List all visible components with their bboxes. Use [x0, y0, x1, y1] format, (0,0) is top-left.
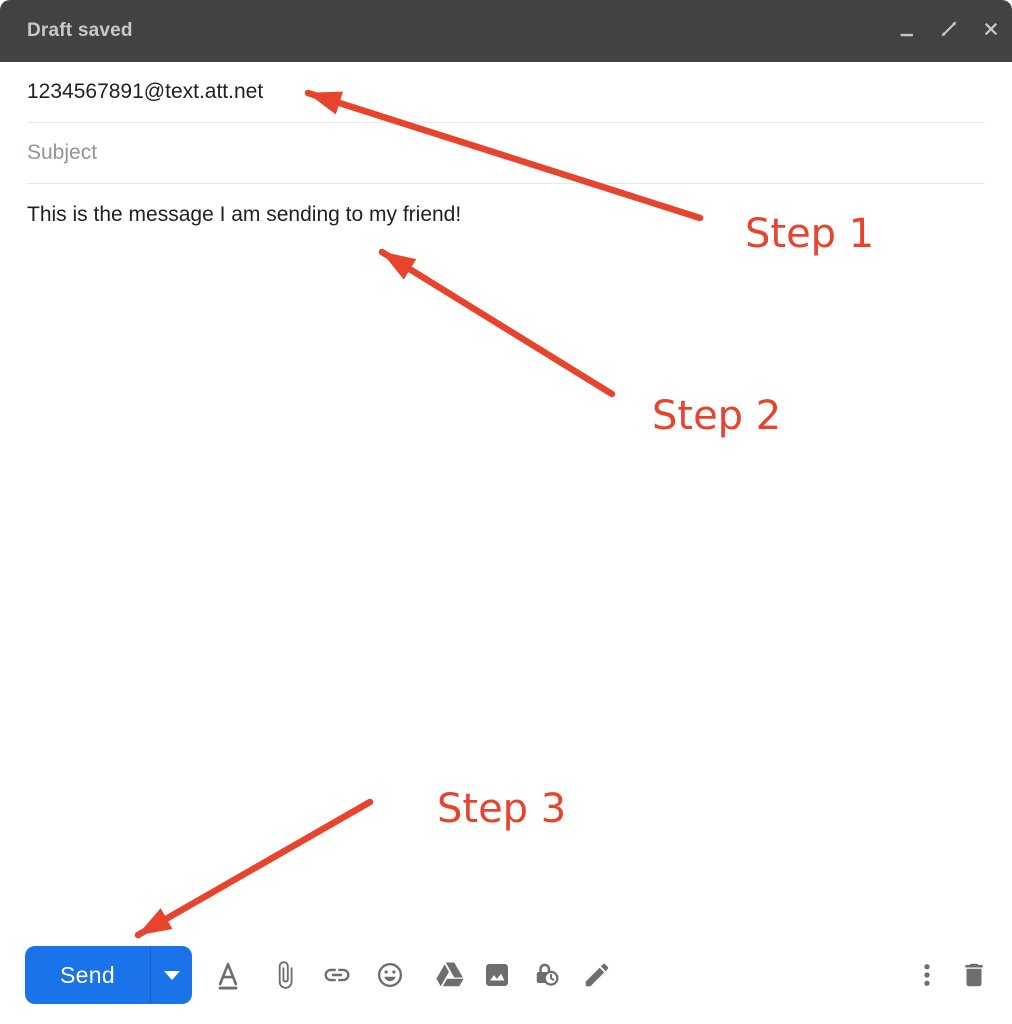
draft-status-text: Draft saved	[27, 20, 133, 41]
compose-toolbar: Send	[0, 945, 1012, 1005]
subject-row	[27, 123, 985, 184]
compose-window: Draft saved 1234567891@text.att.net Subj…	[0, 0, 1012, 1024]
recipient-field[interactable]: 1234567891@text.att.net	[27, 62, 985, 123]
window-controls	[896, 20, 1002, 42]
close-button[interactable]	[980, 20, 1002, 42]
compose-titlebar[interactable]: Draft saved	[0, 0, 1012, 62]
insert-emoji-button[interactable]	[375, 960, 405, 990]
insert-link-button[interactable]	[322, 960, 352, 990]
lock-clock-icon	[532, 960, 562, 990]
message-body[interactable]: This is the message I am sending to my f…	[0, 184, 1012, 942]
send-button-group: Send	[25, 946, 192, 1004]
attach-files-button[interactable]	[270, 960, 300, 990]
link-icon	[322, 960, 352, 990]
close-icon	[980, 18, 1002, 45]
more-options-icon	[912, 960, 942, 990]
minimize-button[interactable]	[896, 20, 918, 42]
minimize-icon	[896, 18, 918, 45]
insert-from-drive-button[interactable]	[435, 960, 465, 990]
insert-signature-button[interactable]	[582, 960, 612, 990]
trash-icon	[959, 960, 989, 990]
paperclip-icon	[270, 960, 300, 990]
send-label: Send	[60, 961, 115, 988]
send-button[interactable]: Send	[25, 946, 150, 1004]
message-text: This is the message I am sending to my f…	[27, 203, 462, 226]
emoji-icon	[375, 960, 405, 990]
subject-input[interactable]	[27, 141, 985, 165]
recipient-address: 1234567891@text.att.net	[27, 80, 264, 103]
photo-icon	[482, 960, 512, 990]
formatting-options-button[interactable]	[213, 960, 243, 990]
google-drive-icon	[435, 960, 465, 990]
pen-icon	[582, 960, 612, 990]
formatting-options-icon	[213, 960, 243, 990]
expand-icon	[938, 18, 960, 45]
expand-button[interactable]	[938, 20, 960, 42]
discard-draft-button[interactable]	[959, 960, 989, 990]
more-options-button[interactable]	[912, 960, 942, 990]
send-options-button[interactable]	[151, 946, 192, 1004]
confidential-mode-button[interactable]	[532, 960, 562, 990]
caret-down-icon	[163, 970, 180, 980]
insert-photo-button[interactable]	[482, 960, 512, 990]
